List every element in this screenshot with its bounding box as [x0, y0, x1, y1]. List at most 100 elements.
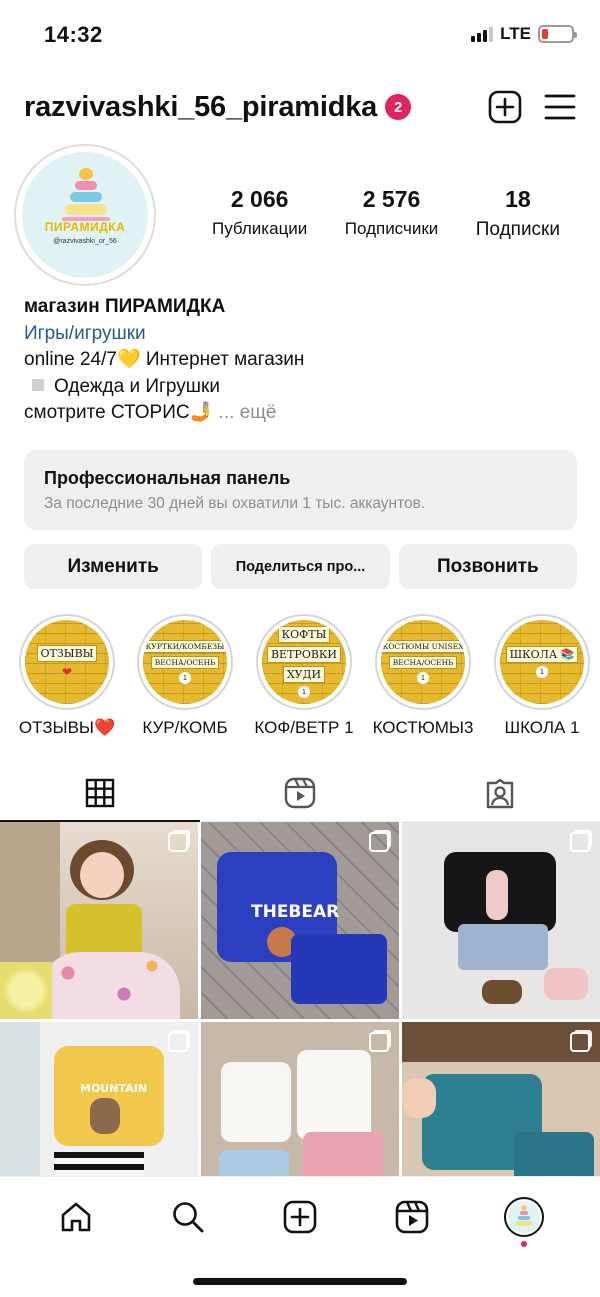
post-thumbnail[interactable]: [0, 822, 198, 1019]
highlight-label: КОСТЮМЫ3: [372, 718, 474, 737]
profile-actions: Изменить Поделиться про... Позвонить: [24, 544, 577, 589]
highlight-reviews[interactable]: ОТЗЫВЫ ❤ ОТЗЫВЫ❤️: [7, 614, 127, 738]
tab-grid[interactable]: [0, 764, 200, 822]
stat-label: Подписки: [475, 219, 560, 240]
search-icon: [173, 1201, 204, 1232]
post-thumbnail[interactable]: [402, 822, 600, 1019]
cover-text: ХУДИ: [282, 666, 326, 683]
cover-text: ОТЗЫВЫ: [36, 645, 98, 662]
square-icon: [32, 378, 44, 391]
stat-value: 18: [505, 186, 531, 212]
nav-home[interactable]: [46, 1200, 106, 1234]
nav-search[interactable]: [158, 1200, 218, 1234]
stat-label: Подписчики: [344, 219, 439, 238]
highlight-cover: ОТЗЫВЫ ❤: [19, 614, 115, 710]
carousel-icon: [369, 832, 389, 852]
photo-hand: [402, 1078, 436, 1118]
status-time: 14:32: [44, 22, 103, 47]
stat-value: 2 066: [230, 186, 289, 212]
stat-posts[interactable]: 2 066 Публикации: [212, 186, 307, 241]
battery-level: [542, 29, 548, 39]
highlight-school[interactable]: ШКОЛА 📚 1 ШКОЛА 1: [482, 614, 600, 738]
photo-print-text: MOUNTAIN: [80, 1082, 147, 1095]
highlight-cover: КУРТКИ/КОМБЕЗЫ ВЕСНА/ОСЕНЬ 1: [137, 614, 233, 710]
highlight-sweaters[interactable]: КОФТЫ ВЕТРОВКИ ХУДИ 1 КОФ/ВЕТР 1: [244, 614, 364, 738]
post-thumbnail[interactable]: THEBEAR: [201, 822, 399, 1019]
posts-grid: THEBEAR MOUNTAIN: [0, 822, 600, 1219]
bio-more-link[interactable]: ... ещё: [219, 402, 277, 423]
pyramid-logo-icon: [516, 1205, 532, 1226]
avatar-logo-text: ПИРАМИДКА: [44, 220, 126, 234]
bio-line-3: смотрите СТОРИС🤳 ... ещё: [24, 400, 576, 427]
stat-label: Публикации: [212, 219, 308, 238]
photo-bear-print: [90, 1098, 120, 1134]
profile-category[interactable]: Игры/игрушки: [24, 321, 576, 348]
tab-reels[interactable]: [200, 764, 400, 821]
home-indicator[interactable]: [193, 1278, 407, 1285]
cover-text: КУРТКИ/КОМБЕЗЫ: [143, 640, 227, 653]
photo-print-text: THEBEAR: [251, 902, 340, 922]
profile-avatar: [504, 1196, 544, 1237]
photo-flowers: [0, 962, 52, 1019]
profile-tabs: [0, 764, 600, 822]
cover-text: ШКОЛА 📚: [505, 646, 579, 663]
stat-followers[interactable]: 2 576 Подписчики: [345, 186, 439, 241]
call-button[interactable]: Позвонить: [398, 544, 577, 589]
nav-profile[interactable]: [494, 1196, 554, 1247]
profile-avatar[interactable]: ПИРАМИДКА @razvivashki_or_56: [14, 144, 156, 286]
cover-number: 1: [536, 666, 548, 678]
carousel-icon: [369, 1032, 389, 1052]
profile-name: магазин ПИРАМИДКА: [24, 296, 226, 317]
share-profile-button[interactable]: Поделиться про...: [211, 544, 390, 589]
nav-reels[interactable]: [382, 1200, 442, 1234]
nav-create[interactable]: [270, 1200, 330, 1234]
carousel-icon: [570, 832, 590, 852]
highlight-label: КУР/КОМБ: [142, 718, 228, 737]
profile-header: razvivashki_56_piramidka 2: [24, 84, 576, 130]
photo-denim-shorts: [458, 924, 548, 970]
grid-icon: [85, 778, 115, 807]
new-post-icon[interactable]: [488, 90, 522, 124]
profile-stats: 2 066 Публикации 2 576 Подписчики 18 Под…: [212, 186, 560, 241]
photo-top: [297, 1050, 371, 1140]
photo-top: [221, 1062, 291, 1142]
activity-dot: [521, 1240, 527, 1247]
bottom-navigation: [0, 1176, 600, 1256]
photo-sandals: [482, 980, 522, 1004]
photo-face: [80, 852, 124, 898]
highlight-label: КОФ/ВЕТР 1: [254, 718, 354, 737]
status-right: LTE: [471, 24, 577, 44]
highlight-label: ШКОЛА 1: [504, 718, 580, 737]
photo-shorts: [291, 934, 387, 1004]
carousel-icon: [570, 1032, 590, 1052]
highlight-jackets[interactable]: КУРТКИ/КОМБЕЗЫ ВЕСНА/ОСЕНЬ 1 КУР/КОМБ: [125, 614, 245, 738]
photo-bunny-print: [486, 870, 508, 920]
notification-badge[interactable]: 2: [385, 94, 412, 120]
highlight-costumes[interactable]: КОСТЮМЫ UNISEX ВЕСНА/ОСЕНЬ 1 КОСТЮМЫ3: [363, 614, 483, 738]
bio-line-text: Одежда и Игрушки: [54, 375, 220, 397]
menu-icon[interactable]: [544, 93, 576, 121]
edit-profile-button[interactable]: Изменить: [24, 544, 203, 589]
panel-subtitle: За последние 30 дней вы охватили 1 тыс. …: [44, 495, 426, 512]
professional-dashboard[interactable]: Профессиональная панель За последние 30 …: [24, 450, 577, 530]
cover-number: 1: [179, 672, 191, 684]
tab-tagged[interactable]: [400, 764, 600, 821]
bio-line: online 24/7💛 Интернет магазин: [24, 349, 305, 370]
photo-skirt: [40, 952, 180, 1019]
username[interactable]: razvivashki_56_piramidka: [24, 91, 377, 124]
pyramid-logo-icon: [62, 168, 110, 221]
highlight-label: ОТЗЫВЫ❤️: [18, 718, 116, 737]
reels-icon: [395, 1200, 429, 1233]
heart-icon: ❤: [61, 665, 73, 679]
highlight-cover: КОСТЮМЫ UNISEX ВЕСНА/ОСЕНЬ 1: [375, 614, 471, 710]
stat-following[interactable]: 18 Подписки: [476, 186, 560, 241]
cover-text: ВЕТРОВКИ: [266, 646, 342, 663]
cover-number: 1: [298, 686, 310, 698]
carousel-icon: [168, 1032, 188, 1052]
cover-text: КОФТЫ: [277, 626, 331, 643]
stat-value: 2 576: [362, 186, 421, 212]
status-bar: 14:32 LTE: [0, 0, 600, 72]
carousel-icon: [168, 832, 188, 852]
cover-text: ВЕСНА/ОСЕНЬ: [388, 656, 458, 669]
tagged-icon: [486, 778, 514, 808]
